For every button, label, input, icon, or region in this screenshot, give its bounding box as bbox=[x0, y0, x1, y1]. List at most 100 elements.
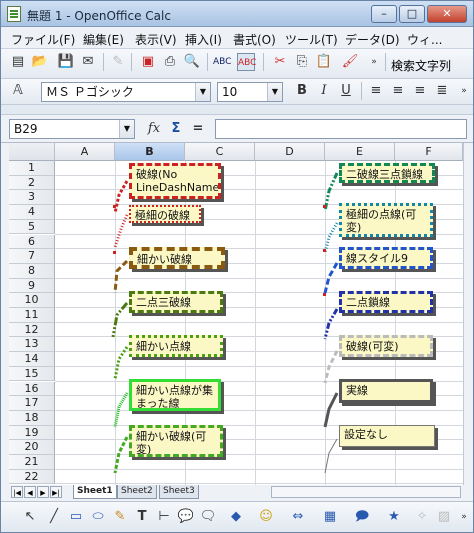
clone-formatting-icon[interactable]: 🖌 bbox=[341, 53, 359, 71]
menu-data[interactable]: データ(D) bbox=[345, 31, 400, 48]
open-folder-icon[interactable]: 📂 bbox=[31, 53, 49, 71]
freeform-line-icon[interactable]: ✎ bbox=[111, 508, 129, 526]
tab-sheet1[interactable]: Sheet1 bbox=[73, 485, 117, 499]
italic-button[interactable]: I bbox=[315, 82, 333, 100]
sum-button[interactable]: Σ bbox=[167, 120, 185, 138]
select-arrow-icon[interactable]: ↖ bbox=[21, 508, 39, 526]
align-left-icon[interactable]: ≡ bbox=[367, 82, 385, 100]
callout-shape[interactable]: 二点三破線 bbox=[129, 291, 223, 313]
menu-view[interactable]: 表示(V) bbox=[135, 31, 177, 48]
fontwork-icon[interactable]: ▨ bbox=[435, 508, 453, 526]
callout-shape[interactable]: 細かい破線 bbox=[129, 247, 225, 269]
chevron-down-icon[interactable]: ▼ bbox=[267, 83, 282, 101]
justify-icon[interactable]: ≣ bbox=[433, 82, 451, 100]
menu-window[interactable]: ウィ... bbox=[407, 31, 442, 48]
name-box[interactable]: B29 ▼ bbox=[9, 119, 135, 139]
export-pdf-icon[interactable]: ▣ bbox=[139, 53, 157, 71]
underline-button[interactable]: U bbox=[337, 82, 355, 100]
callout-line bbox=[113, 259, 129, 294]
callout-shape[interactable]: 設定なし bbox=[339, 425, 435, 447]
title-bar: 無題 1 - OpenOffice Calc – □ ✕ bbox=[1, 1, 473, 27]
flowchart-icon[interactable]: ▦ bbox=[321, 508, 339, 526]
formatting-toolbar: 𝔸 ＭＳ Ｐゴシック ▼ 10 ▼ B I U ≡ ≡ ≡ ≣ » bbox=[1, 79, 473, 105]
edit-file-icon[interactable]: ✎ bbox=[109, 53, 127, 71]
print-icon[interactable]: ⎙ bbox=[161, 53, 179, 71]
menu-edit[interactable]: 編集(E) bbox=[83, 31, 124, 48]
rectangle-icon[interactable]: ▭ bbox=[67, 508, 85, 526]
formula-input[interactable] bbox=[215, 119, 467, 139]
callout-icon[interactable]: 💬 bbox=[177, 508, 195, 526]
align-right-icon[interactable]: ≡ bbox=[411, 82, 429, 100]
function-wizard-button[interactable]: 𝑓x bbox=[145, 120, 163, 138]
toolbar-overflow-icon[interactable]: » bbox=[365, 53, 383, 71]
callout-shape[interactable]: 破線(可変) bbox=[339, 335, 433, 357]
menu-tools[interactable]: ツール(T) bbox=[285, 31, 338, 48]
copy-icon[interactable]: ⎘ bbox=[293, 53, 311, 71]
maximize-button[interactable]: □ bbox=[399, 5, 425, 23]
callout-shape[interactable]: 線スタイル9 bbox=[339, 247, 433, 269]
styles-formatting-icon[interactable]: 𝔸 bbox=[9, 82, 27, 100]
close-button[interactable]: ✕ bbox=[427, 5, 467, 23]
search-text-label[interactable]: 検索文字列 bbox=[391, 57, 451, 74]
chevron-down-icon[interactable]: ▼ bbox=[195, 83, 210, 101]
vertical-scrollbar[interactable] bbox=[463, 143, 473, 485]
basic-shapes-icon[interactable]: ◆ bbox=[227, 508, 245, 526]
last-sheet-icon[interactable]: ▶| bbox=[50, 486, 62, 498]
cut-icon[interactable]: ✂ bbox=[271, 53, 289, 71]
callout-shape[interactable]: 極細の破線 bbox=[129, 205, 201, 223]
standard-toolbar: ▤ 📂 💾 ✉ ✎ ▣ ⎙ 🔍 ABC ABC ✂ ⎘ 📋 🖌 » 検索文字列 bbox=[1, 49, 473, 79]
next-sheet-icon[interactable]: ▶ bbox=[37, 486, 49, 498]
menu-format[interactable]: 書式(O) bbox=[233, 31, 276, 48]
ellipse-icon[interactable]: ⬭ bbox=[89, 508, 107, 526]
toolbar-overflow-icon[interactable]: » bbox=[455, 508, 473, 526]
edit-mail-icon[interactable]: ✉ bbox=[79, 53, 97, 71]
callout-shape[interactable]: 実線 bbox=[339, 379, 433, 403]
spellcheck-icon[interactable]: ABC bbox=[213, 53, 231, 71]
font-size-value: 10 bbox=[222, 85, 238, 99]
bold-button[interactable]: B bbox=[293, 82, 311, 100]
callout-line bbox=[323, 308, 339, 340]
font-name-combo[interactable]: ＭＳ Ｐゴシック ▼ bbox=[41, 82, 211, 102]
toolbar-separator bbox=[103, 53, 104, 71]
align-center-icon[interactable]: ≡ bbox=[389, 82, 407, 100]
callout-line bbox=[323, 392, 339, 428]
callout-line bbox=[113, 392, 129, 428]
window-title: 無題 1 - OpenOffice Calc bbox=[27, 9, 171, 23]
formula-bar: B29 ▼ 𝑓x Σ = bbox=[1, 115, 473, 143]
drawing-toolbar: ↖ ╱ ▭ ⬭ ✎ T ⊢ 💬 🗨 ◆ ☺ ⇔ ▦ 🗩 ★ ✧ ▨ » bbox=[1, 501, 473, 532]
callout-shape[interactable]: 二破線三点鎖線 bbox=[339, 163, 435, 183]
block-arrows-icon[interactable]: ⇔ bbox=[289, 508, 307, 526]
tab-sheet3[interactable]: Sheet3 bbox=[159, 485, 199, 499]
font-size-combo[interactable]: 10 ▼ bbox=[217, 82, 283, 102]
spreadsheet-grid[interactable]: A B C D E F 1 2 3 4 5 6 7 8 9 10 11 12 13 14 15 16 17 18 1… bbox=[9, 143, 463, 485]
callouts-icon[interactable]: 🗩 bbox=[353, 508, 371, 526]
chevron-down-icon[interactable]: ▼ bbox=[119, 120, 134, 138]
paste-icon[interactable]: 📋 bbox=[315, 53, 333, 71]
vertical-callout-icon[interactable]: 🗨 bbox=[199, 508, 217, 526]
symbol-shapes-icon[interactable]: ☺ bbox=[257, 508, 275, 526]
auto-spellcheck-icon[interactable]: ABC bbox=[237, 53, 256, 71]
minimize-button[interactable]: – bbox=[371, 5, 397, 23]
stars-icon[interactable]: ★ bbox=[385, 508, 403, 526]
callout-shape[interactable]: 破線(No LineDashName) bbox=[129, 163, 221, 199]
callout-shape[interactable]: 細かい点線 bbox=[129, 335, 223, 357]
menu-insert[interactable]: 挿入(I) bbox=[185, 31, 222, 48]
callout-shape[interactable]: 極細の点線(可変) bbox=[339, 203, 433, 237]
menu-file[interactable]: ファイル(F) bbox=[11, 31, 75, 48]
first-sheet-icon[interactable]: |◀ bbox=[11, 486, 23, 498]
new-document-icon[interactable]: ▤ bbox=[9, 53, 27, 71]
page-preview-icon[interactable]: 🔍 bbox=[183, 53, 201, 71]
vertical-text-icon[interactable]: ⊢ bbox=[155, 508, 173, 526]
points-icon[interactable]: ✧ bbox=[413, 508, 431, 526]
callout-shape[interactable]: 二点鎖線 bbox=[339, 291, 433, 313]
previous-sheet-icon[interactable]: ◀ bbox=[24, 486, 36, 498]
tab-sheet2[interactable]: Sheet2 bbox=[117, 485, 157, 499]
callout-shape[interactable]: 細かい点線が集まった線 bbox=[129, 379, 221, 411]
toolbar-overflow-icon[interactable]: » bbox=[455, 82, 473, 100]
save-icon[interactable]: 💾 bbox=[57, 53, 75, 71]
horizontal-scrollbar[interactable] bbox=[271, 486, 461, 498]
line-icon[interactable]: ╱ bbox=[45, 508, 63, 526]
text-icon[interactable]: T bbox=[133, 508, 151, 526]
function-button[interactable]: = bbox=[189, 120, 207, 138]
callout-shape[interactable]: 細かい破線(可変) bbox=[129, 425, 223, 457]
